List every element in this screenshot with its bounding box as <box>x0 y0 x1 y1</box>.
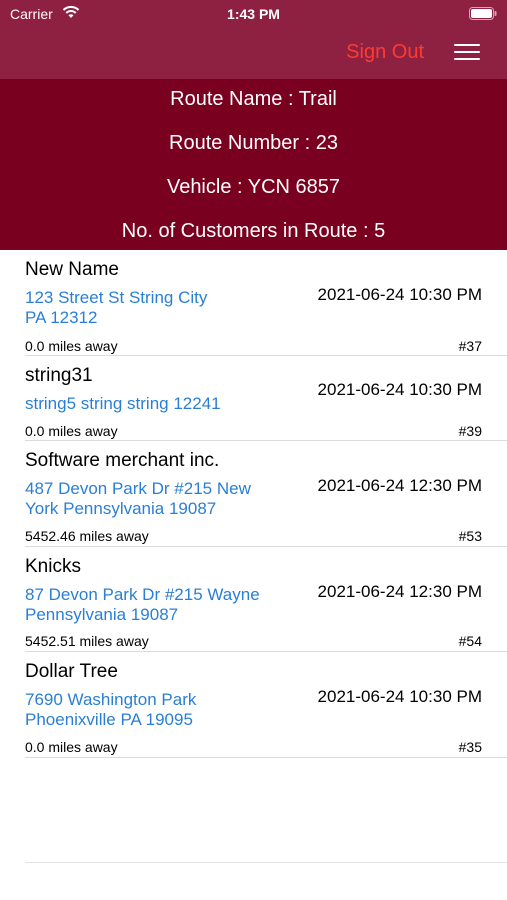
address-line: 123 Street St String City <box>25 288 208 307</box>
customer-datetime: 2021-06-24 10:30 PM <box>317 380 482 399</box>
customer-distance: 5452.51 miles away <box>25 633 149 649</box>
status-bar: Carrier 1:43 PM <box>0 0 507 28</box>
menu-icon[interactable] <box>454 44 480 62</box>
customer-row[interactable]: Software merchant inc. 487 Devon Park Dr… <box>25 441 507 547</box>
customer-row[interactable]: Knicks 87 Devon Park Dr #215 Wayne Penns… <box>25 547 507 652</box>
address-line: PA 12312 <box>25 308 98 327</box>
customer-name: New Name <box>25 259 119 280</box>
sign-out-button[interactable]: Sign Out <box>346 41 424 64</box>
customer-distance: 5452.46 miles away <box>25 528 149 544</box>
customer-name: Dollar Tree <box>25 661 118 682</box>
address-line: 487 Devon Park Dr #215 New <box>25 479 251 498</box>
route-info-panel: Route Name : Trail Route Number : 23 Veh… <box>0 79 507 250</box>
address-line: Pennsylvania 19087 <box>25 605 179 624</box>
customer-number: #39 <box>458 423 482 439</box>
customer-name: Knicks <box>25 556 81 577</box>
customer-distance: 0.0 miles away <box>25 739 118 755</box>
customer-distance: 0.0 miles away <box>25 423 118 439</box>
vehicle: Vehicle : YCN 6857 <box>166 176 341 198</box>
status-time: 1:43 PM <box>227 6 280 22</box>
customer-name: Software merchant inc. <box>25 450 220 471</box>
customer-distance: 0.0 miles away <box>25 338 118 354</box>
customer-row[interactable]: Dollar Tree 7690 Washington Park Phoenix… <box>25 652 507 758</box>
customer-address[interactable]: 123 Street St String City PA 12312 <box>25 288 285 328</box>
customer-row[interactable]: New Name 123 Street St String City PA 12… <box>25 250 507 356</box>
customer-address[interactable]: 7690 Washington Park Phoenixville PA 190… <box>25 690 285 730</box>
customer-address[interactable]: 487 Devon Park Dr #215 New York Pennsylv… <box>25 479 285 519</box>
navigation-bar: Carrier 1:43 PM Sign Out <box>0 0 507 79</box>
address-line: string5 string string 12241 <box>25 394 221 413</box>
customer-datetime: 2021-06-24 12:30 PM <box>317 582 482 601</box>
customer-number: #53 <box>458 528 482 544</box>
route-number: Route Number : 23 <box>169 132 338 154</box>
customer-number: #54 <box>458 633 482 649</box>
address-line: 7690 Washington Park <box>25 690 197 709</box>
customers-count: No. of Customers in Route : 5 <box>121 220 386 242</box>
customer-number: #35 <box>458 739 482 755</box>
nav-actions: Sign Out <box>0 34 507 74</box>
customer-name: string31 <box>25 365 93 386</box>
customer-address[interactable]: string5 string string 12241 <box>25 394 325 414</box>
address-line: 87 Devon Park Dr #215 Wayne <box>25 585 260 604</box>
customer-datetime: 2021-06-24 10:30 PM <box>317 687 482 706</box>
divider <box>25 862 507 863</box>
customer-address[interactable]: 87 Devon Park Dr #215 Wayne Pennsylvania… <box>25 585 295 625</box>
customer-number: #37 <box>458 338 482 354</box>
battery-icon <box>469 7 497 20</box>
customer-datetime: 2021-06-24 12:30 PM <box>317 476 482 495</box>
customer-row[interactable]: string31 string5 string string 12241 202… <box>25 356 507 441</box>
route-name: Route Name : Trail <box>170 88 337 110</box>
customer-datetime: 2021-06-24 10:30 PM <box>317 285 482 304</box>
address-line: Phoenixville PA 19095 <box>25 710 193 729</box>
address-line: York Pennsylvania 19087 <box>25 499 217 518</box>
